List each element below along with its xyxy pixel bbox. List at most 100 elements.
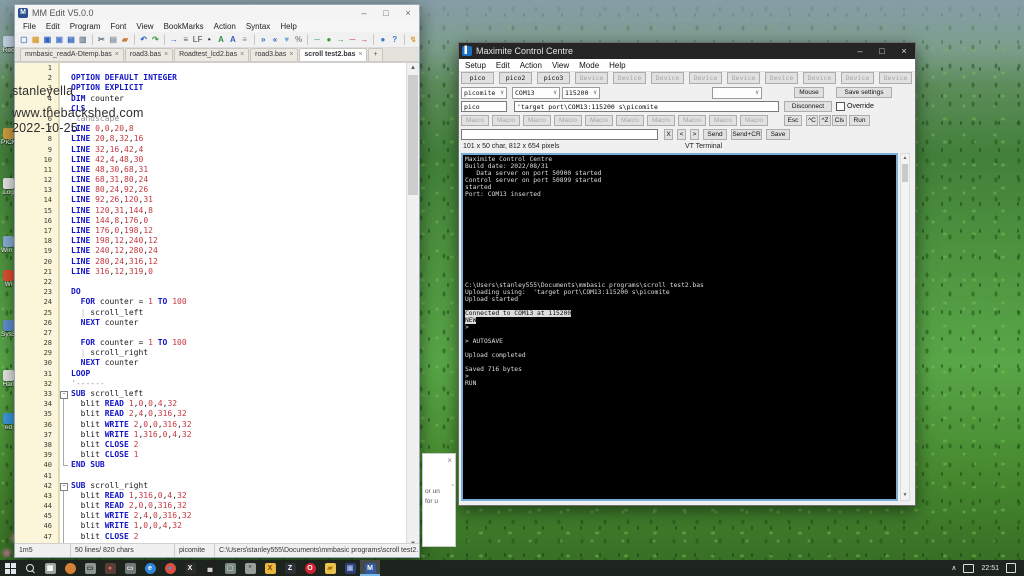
device-type-select[interactable]: picomite∨ xyxy=(461,87,507,99)
menu-item-help[interactable]: Help xyxy=(280,22,296,31)
terminal-vertical-scrollbar[interactable]: ▲ ▼ xyxy=(900,153,910,501)
disconnect-button[interactable]: Disconnect xyxy=(784,101,832,112)
code-line[interactable]: 35 blit READ 2,4,0,316,32 xyxy=(15,409,419,419)
sync-icon[interactable]: ↯ xyxy=(408,34,418,46)
menu-item-help[interactable]: Help xyxy=(609,61,625,70)
code-line[interactable]: 21LINE 316,12,319,0 xyxy=(15,267,419,277)
code-line[interactable]: 37 blit WRITE 1,316,0,4,32 xyxy=(15,430,419,440)
taskbar-app-opera[interactable]: O xyxy=(300,560,320,576)
code-line[interactable]: 3OPTION EXPLICIT xyxy=(15,83,419,93)
tray-display-icon[interactable] xyxy=(963,564,974,573)
taskbar-app-grid[interactable]: ▦ xyxy=(40,560,60,576)
taskbar-app-z[interactable]: Z xyxy=(280,560,300,576)
code-line[interactable]: 34 blit READ 1,0,0,4,32 xyxy=(15,399,419,409)
taskbar-app-doc-x[interactable]: X xyxy=(260,560,280,576)
code-line[interactable]: 41 xyxy=(15,471,419,481)
indent-left-icon[interactable]: « xyxy=(270,34,280,46)
search-button[interactable] xyxy=(20,560,40,576)
taskbar-app-dark-blue[interactable]: ▣ xyxy=(340,560,360,576)
code-line[interactable]: 17LINE 176,0,198,12 xyxy=(15,226,419,236)
code-line[interactable]: 27 xyxy=(15,328,419,338)
new-file-icon[interactable]: ▢ xyxy=(19,34,29,46)
code-line[interactable]: 18LINE 198,12,240,12 xyxy=(15,236,419,246)
favorite-icon[interactable]: ♥ xyxy=(282,34,292,46)
close-icon[interactable]: × xyxy=(447,456,452,465)
menu-item-edit[interactable]: Edit xyxy=(46,22,60,31)
menu-item-setup[interactable]: Setup xyxy=(465,61,486,70)
code-line[interactable]: 15LINE 120,31,144,8 xyxy=(15,206,419,216)
break-icon[interactable]: → xyxy=(359,34,369,46)
code-line[interactable]: 40END SUB xyxy=(15,460,419,470)
code-line[interactable]: 11LINE 48,30,68,31 xyxy=(15,165,419,175)
taskbar-app-monitor-1[interactable]: ▭ xyxy=(80,560,100,576)
taskbar-app-media[interactable]: ● xyxy=(100,560,120,576)
close-tab-icon[interactable]: × xyxy=(358,51,362,58)
scroll-up-icon[interactable]: ^ xyxy=(452,484,454,490)
code-line[interactable]: 26 NEXT counter xyxy=(15,318,419,328)
code-line[interactable]: 29 | scroll_right xyxy=(15,348,419,358)
tab-roadtest-lcd2-bas[interactable]: Roadtest_lcd2.bas× xyxy=(174,48,249,61)
tab-road3-bas[interactable]: road3.bas× xyxy=(250,48,298,61)
compare-icon[interactable]: % xyxy=(294,34,304,46)
code-line[interactable]: 36 blit WRITE 2,0,0,316,32 xyxy=(15,420,419,430)
target-port-input[interactable] xyxy=(514,101,779,112)
device-name-input[interactable] xyxy=(461,101,507,112)
code-line[interactable]: 38 blit CLOSE 2 xyxy=(15,440,419,450)
send-button-save[interactable]: Save xyxy=(766,129,790,140)
help-icon[interactable]: ? xyxy=(390,34,400,46)
code-line[interactable]: 25 | scroll_left xyxy=(15,308,419,318)
menu-item-view[interactable]: View xyxy=(552,61,569,70)
send-button--[interactable]: < xyxy=(677,129,686,140)
prev-mark-icon[interactable]: ─ xyxy=(312,34,322,46)
tab-mmbasic-reada-dtemp-bas[interactable]: mmbasic_readA-Dtemp.bas× xyxy=(20,48,124,61)
menu-item-program[interactable]: Program xyxy=(70,22,101,31)
menu-item-mode[interactable]: Mode xyxy=(579,61,599,70)
fold-collapse-icon[interactable]: − xyxy=(60,483,68,491)
code-line[interactable]: 30 NEXT counter xyxy=(15,358,419,368)
code-line[interactable]: 2OPTION DEFAULT INTEGER xyxy=(15,73,419,83)
mouse-button[interactable]: Mouse xyxy=(794,87,824,98)
ctrl-button-ctrl-z[interactable]: ^Z xyxy=(819,115,831,126)
close-tab-icon[interactable]: × xyxy=(115,51,119,58)
menu-item-view[interactable]: View xyxy=(136,22,153,31)
menu-item-edit[interactable]: Edit xyxy=(496,61,510,70)
ctrl-button-ctrl-c[interactable]: ^C xyxy=(806,115,818,126)
menu-item-file[interactable]: File xyxy=(23,22,36,31)
ctrl-button-cls[interactable]: Cls xyxy=(832,115,847,126)
close-tab-icon[interactable]: × xyxy=(289,51,293,58)
taskbar-app-tool[interactable]: * xyxy=(240,560,260,576)
web-icon[interactable]: ● xyxy=(378,34,388,46)
taskbar-app-photos[interactable] xyxy=(60,560,80,576)
record-icon[interactable]: • xyxy=(204,34,214,46)
scroll-up-icon[interactable]: ▲ xyxy=(901,154,909,163)
taskbar-app-faded[interactable]: ▢ xyxy=(220,560,240,576)
device-button-pico[interactable]: pico xyxy=(461,72,494,84)
scrollbar-thumb[interactable] xyxy=(408,75,418,195)
menu-item-action[interactable]: Action xyxy=(520,61,542,70)
code-line[interactable]: 28 FOR counter = 1 TO 100 xyxy=(15,338,419,348)
taskbar-app-mmedit[interactable]: M xyxy=(360,560,380,576)
code-line[interactable]: 16LINE 144,8,176,0 xyxy=(15,216,419,226)
code-line[interactable]: 39 blit CLOSE 1 xyxy=(15,450,419,460)
close-tab-icon[interactable]: × xyxy=(240,51,244,58)
menu-item-bookmarks[interactable]: BookMarks xyxy=(164,22,204,31)
scroll-up-icon[interactable]: ▲ xyxy=(407,63,419,74)
taskbar-app-window[interactable]: ▄ xyxy=(200,560,220,576)
code-line[interactable]: 33−SUB scroll_left xyxy=(15,389,419,399)
tab-scroll-test2-bas[interactable]: scroll test2.bas× xyxy=(299,48,367,61)
font-icon[interactable]: A xyxy=(216,34,226,46)
code-line[interactable]: 13LINE 80,24,92,26 xyxy=(15,185,419,195)
close-button[interactable]: × xyxy=(397,5,419,21)
minimize-button[interactable]: – xyxy=(353,5,375,21)
code-line[interactable]: 43 blit READ 1,316,0,4,32 xyxy=(15,491,419,501)
code-line[interactable]: 47 blit CLOSE 2 xyxy=(15,532,419,542)
mmedit-titlebar[interactable]: M MM Edit V5.0.0 – □ × xyxy=(15,5,419,21)
ctrl-button-esc[interactable]: Esc xyxy=(784,115,802,126)
code-editor-area[interactable]: 12OPTION DEFAULT INTEGER3OPTION EXPLICIT… xyxy=(15,62,419,550)
indent-right-icon[interactable]: » xyxy=(258,34,268,46)
stop-icon[interactable]: ─ xyxy=(348,34,358,46)
scroll-down-icon[interactable]: ▼ xyxy=(901,491,909,500)
save-all-icon[interactable]: ▤ xyxy=(66,34,76,46)
code-line[interactable]: 10LINE 42,4,48,30 xyxy=(15,155,419,165)
fold-collapse-icon[interactable]: − xyxy=(60,391,68,399)
